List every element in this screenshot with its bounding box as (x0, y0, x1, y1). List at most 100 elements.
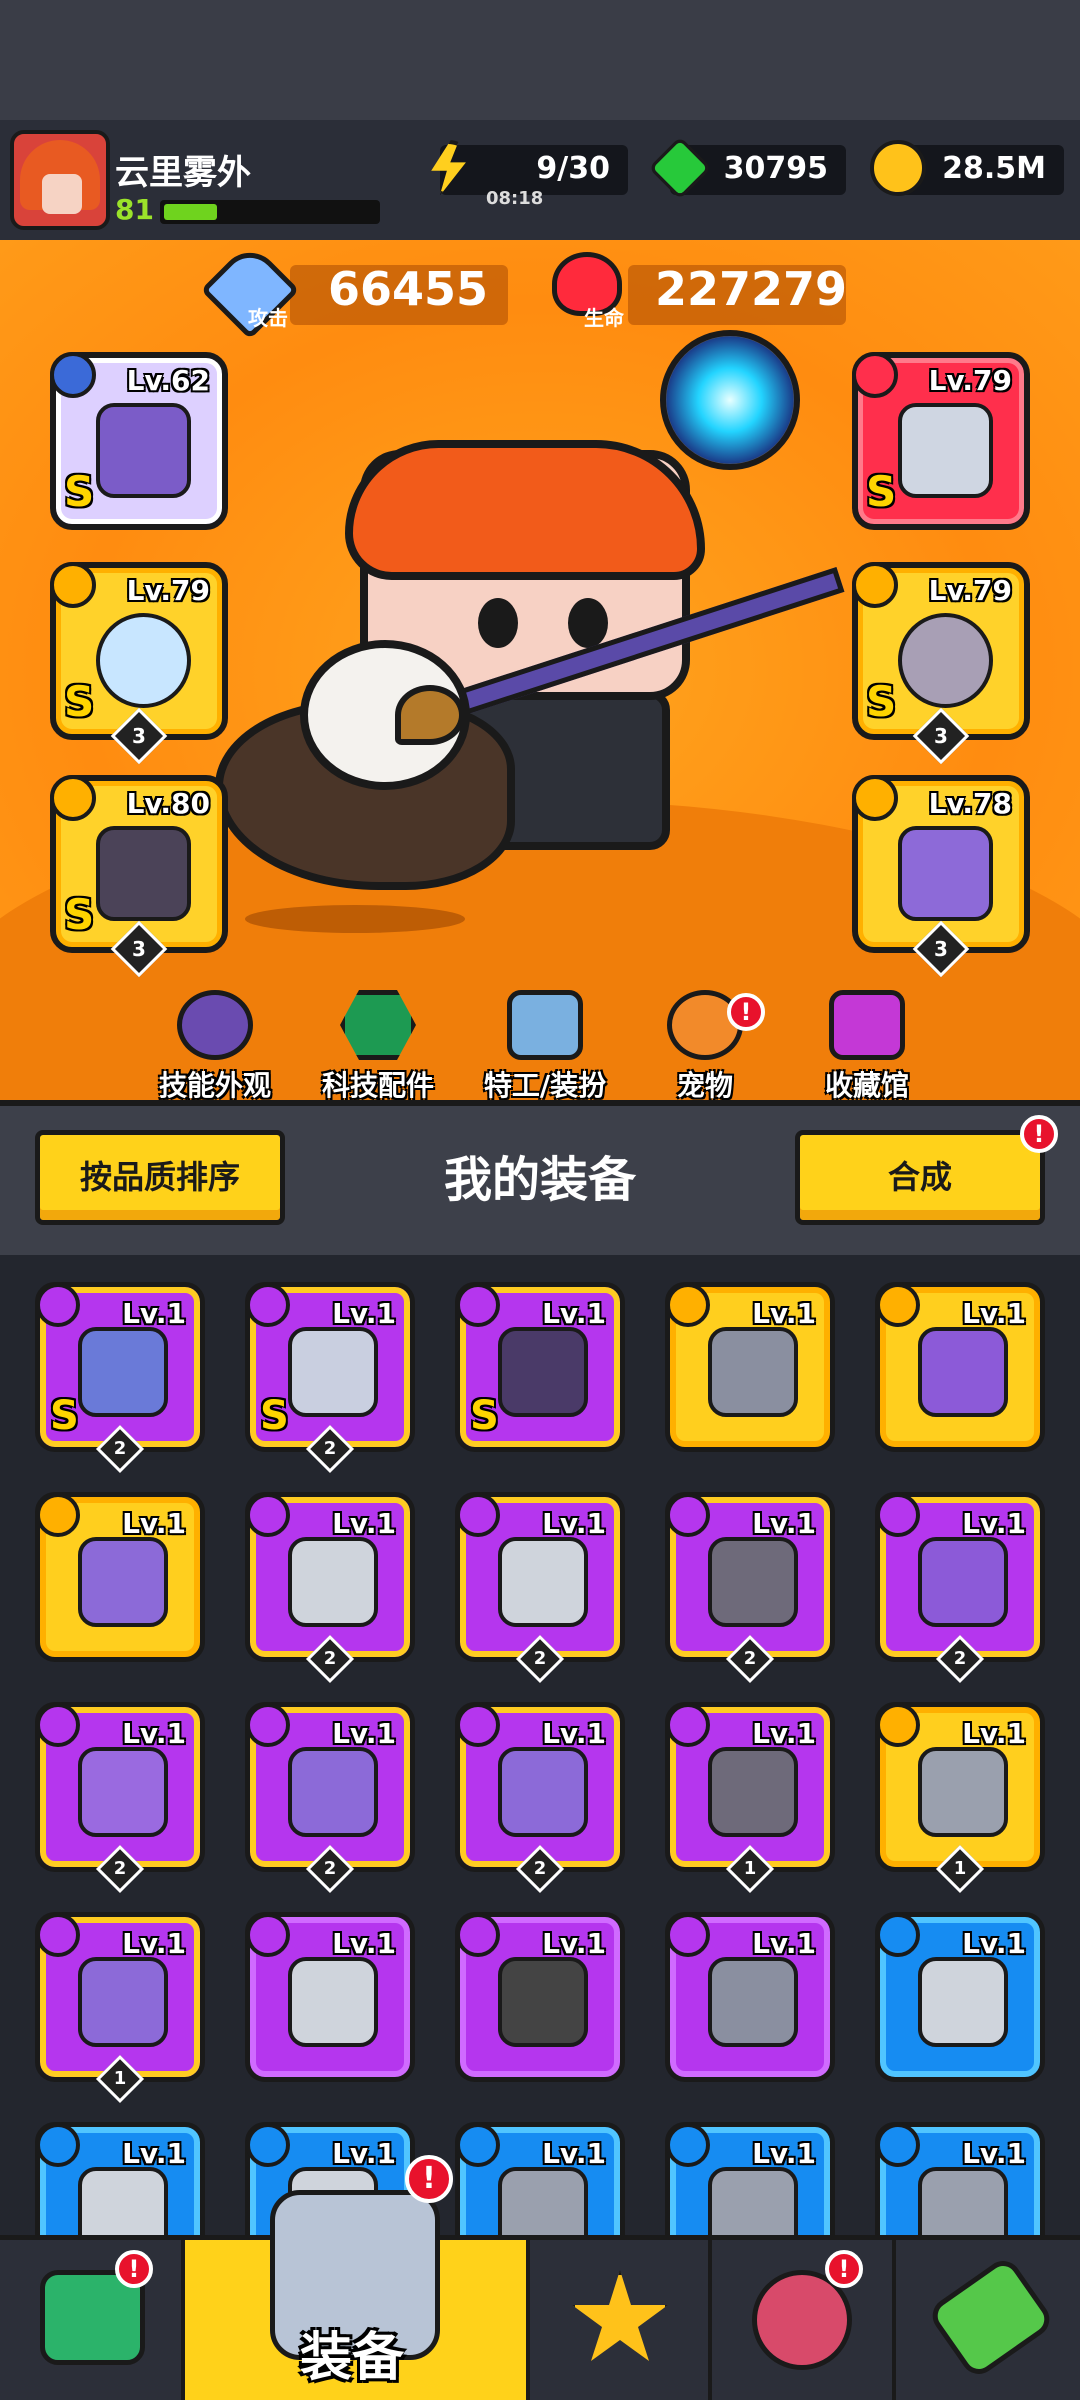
item-art-icon (498, 1957, 588, 2047)
menu-skill-skin[interactable]: 技能外观 (135, 990, 295, 1102)
item-level: Lv.1 (122, 1927, 186, 1960)
item-type-icon (876, 2123, 920, 2167)
item-level: Lv.1 (962, 1717, 1026, 1750)
equipment-item[interactable]: Lv.1 2 (35, 1702, 205, 1894)
gold-value: 28.5M (942, 151, 1046, 186)
equipment-item[interactable]: Lv.1 2 (665, 1492, 835, 1684)
weapon-rank: S (64, 467, 95, 516)
equipment-item[interactable]: Lv.1 2 (455, 1492, 625, 1684)
staff-weapon-icon (96, 403, 191, 498)
belt-type-icon (852, 562, 898, 608)
equipment-item[interactable]: Lv.1 1 (875, 1702, 1045, 1894)
equipment-item[interactable]: Lv.1 2 (245, 1702, 415, 1894)
item-type-icon (246, 2123, 290, 2167)
equipment-item[interactable]: Lv.1 (665, 1282, 835, 1452)
events-alert-badge: ! (825, 2250, 863, 2288)
menu-agent-outfit-label: 特工/装扮 (483, 1069, 607, 1102)
equipped-necklace-slot[interactable]: Lv.79 S 3 (50, 562, 228, 765)
item-art-icon (288, 1747, 378, 1837)
equipment-item[interactable]: Lv.1 1 (35, 1912, 205, 2104)
equipment-item[interactable]: Lv.1 2 (875, 1492, 1045, 1684)
item-art-icon (78, 1537, 168, 1627)
nav-tab-equipment[interactable]: 装备 (185, 2190, 530, 2400)
health-value: 227279 (655, 262, 848, 316)
belt-icon (898, 613, 993, 708)
item-level: Lv.1 (962, 1297, 1026, 1330)
item-type-icon (36, 2123, 80, 2167)
equipment-item[interactable]: Lv.1 2 (245, 1492, 415, 1684)
equipped-boots-slot[interactable]: Lv.78 3 (852, 775, 1030, 978)
item-art-icon (708, 1957, 798, 2047)
menu-collection-label: 收藏馆 (824, 1069, 909, 1102)
item-art-icon (498, 1537, 588, 1627)
item-rank: S (470, 1393, 499, 1439)
boots-type-icon (852, 775, 898, 821)
item-level: Lv.1 (752, 1927, 816, 1960)
merge-button[interactable]: 合成 (795, 1130, 1045, 1225)
item-art-icon (498, 1747, 588, 1837)
item-type-icon (876, 1913, 920, 1957)
item-type-icon (456, 1493, 500, 1537)
item-type-icon (246, 1703, 290, 1747)
boots-icon (898, 826, 993, 921)
menu-agent-outfit[interactable]: 特工/装扮 (465, 990, 625, 1102)
item-level: Lv.1 (332, 1927, 396, 1960)
item-level: Lv.1 (332, 1297, 396, 1330)
equipment-item[interactable]: Lv.1 (875, 1282, 1045, 1452)
item-rank: S (50, 1393, 79, 1439)
item-level: Lv.1 (542, 2137, 606, 2170)
equipped-armor-slot[interactable]: Lv.79 S (852, 352, 1030, 530)
player-avatar[interactable] (10, 130, 110, 230)
equipment-item[interactable]: Lv.1 (35, 1492, 205, 1662)
item-level: Lv.1 (542, 1297, 606, 1330)
equipment-item[interactable]: Lv.1 S (455, 1282, 625, 1452)
item-art-icon (78, 1957, 168, 2047)
equipped-belt-slot[interactable]: Lv.79 S 3 (852, 562, 1030, 765)
equipment-item[interactable]: Lv.1 (455, 1912, 625, 2082)
item-art-icon (288, 1957, 378, 2047)
energy-value: 9/30 (536, 151, 610, 186)
menu-tech-parts[interactable]: 科技配件 (298, 990, 458, 1102)
equipment-item[interactable]: Lv.1 2 (455, 1702, 625, 1894)
attack-label: 攻击 (248, 306, 288, 330)
equipment-item[interactable]: Lv.1 (245, 1912, 415, 2082)
item-type-icon (36, 1493, 80, 1537)
item-level: Lv.1 (332, 1507, 396, 1540)
nav-tab-events[interactable] (712, 2240, 896, 2400)
energy-timer: 08:18 (486, 188, 544, 209)
equipped-weapon-slot[interactable]: Lv.62 S (50, 352, 228, 530)
hero-eye-left (478, 598, 518, 648)
nav-equipment-label: 装备 (300, 2328, 405, 2388)
equipment-alert-badge: ! (405, 2155, 453, 2203)
menu-pets-label: 宠物 (676, 1069, 733, 1102)
hero-eye-right (568, 598, 608, 648)
staff-orb (660, 330, 800, 470)
nav-tab-shop[interactable] (0, 2240, 185, 2400)
item-level: Lv.1 (122, 1507, 186, 1540)
equipment-item[interactable]: Lv.1 S 2 (245, 1282, 415, 1474)
menu-skill-skin-label: 技能外观 (158, 1069, 271, 1102)
equipment-item[interactable]: Lv.1 (665, 1912, 835, 2082)
item-art-icon (78, 1327, 168, 1417)
menu-collection[interactable]: 收藏馆 (787, 990, 947, 1102)
item-level: Lv.1 (962, 2137, 1026, 2170)
equipment-item[interactable]: Lv.1 1 (665, 1702, 835, 1894)
item-type-icon (666, 1493, 710, 1537)
item-type-icon (36, 1913, 80, 1957)
equipment-item[interactable]: Lv.1 S 2 (35, 1282, 205, 1474)
skill-skin-icon (177, 990, 253, 1060)
boots-level: Lv.78 (928, 787, 1012, 820)
weapon-level: Lv.62 (126, 364, 210, 397)
item-type-icon (246, 1913, 290, 1957)
item-level: Lv.1 (752, 2137, 816, 2170)
nav-tab-lab[interactable] (896, 2240, 1080, 2400)
nav-tab-battle[interactable] (530, 2240, 712, 2400)
item-level: Lv.1 (542, 1507, 606, 1540)
item-art-icon (918, 1327, 1008, 1417)
belt-rank: S (866, 677, 897, 726)
equipped-gloves-slot[interactable]: Lv.80 S 3 (50, 775, 228, 978)
armor-level: Lv.79 (928, 364, 1012, 397)
hero-hair (345, 440, 705, 580)
equipment-item[interactable]: Lv.1 (875, 1912, 1045, 2082)
crossed-swords-star-icon (572, 2270, 668, 2361)
